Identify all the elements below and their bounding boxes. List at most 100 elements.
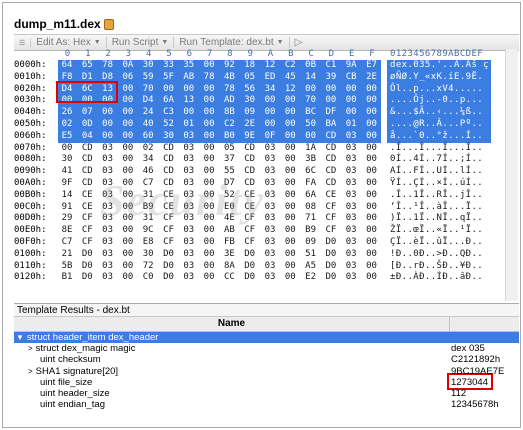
hex-byte[interactable]: 59 [139, 72, 157, 82]
hex-byte[interactable]: 00 [119, 107, 137, 117]
hex-byte[interactable]: 24 [139, 107, 157, 117]
hex-byte[interactable]: 6A [302, 190, 320, 200]
hex-byte[interactable]: CD [322, 178, 340, 188]
hex-byte[interactable]: 13 [180, 95, 198, 105]
run-script-dropdown[interactable]: Run Script ▼ [107, 37, 175, 48]
hex-byte[interactable]: 00 [342, 95, 360, 105]
ascii-text[interactable]: dex.035.'..Â.Áš ç [390, 60, 489, 70]
hex-byte[interactable]: D0 [78, 272, 96, 282]
hex-byte[interactable]: C7 [58, 237, 76, 247]
hex-byte[interactable]: CD [322, 166, 340, 176]
hex-byte[interactable]: C3 [160, 107, 178, 117]
hex-byte[interactable]: AB [180, 72, 198, 82]
file-tab[interactable]: dump_m11.dex [14, 16, 114, 32]
hex-byte[interactable]: 03 [261, 249, 279, 259]
hex-byte[interactable]: 00 [200, 60, 218, 70]
hex-byte[interactable]: 39 [322, 72, 340, 82]
hex-byte[interactable]: 5F [160, 72, 178, 82]
ascii-text[interactable]: ....Ôj..-0..p... [390, 95, 483, 105]
hex-byte[interactable]: 03 [261, 225, 279, 235]
hex-byte[interactable]: 03 [342, 272, 360, 282]
hex-byte[interactable]: 00 [363, 178, 381, 188]
ascii-text[interactable]: )Ï..1Ï..NÏ..qÏ.. [390, 213, 483, 223]
hex-byte[interactable]: 00 [200, 249, 218, 259]
hex-byte[interactable]: 12 [261, 60, 279, 70]
ascii-text[interactable]: AÍ..FÍ..UÍ..lÍ.. [390, 166, 483, 176]
hex-byte[interactable]: CF [322, 213, 340, 223]
hex-byte[interactable]: 52 [160, 119, 178, 129]
hex-byte[interactable]: 0D [78, 119, 96, 129]
hex-byte[interactable]: 0F [261, 131, 279, 141]
hex-byte[interactable]: CE [78, 202, 96, 212]
hex-byte[interactable]: 00 [261, 107, 279, 117]
hex-byte[interactable]: CD [160, 143, 178, 153]
hex-byte[interactable]: 0A [119, 60, 137, 70]
hex-byte[interactable]: 30 [58, 154, 76, 164]
hex-byte[interactable]: C0 [139, 272, 157, 282]
hex-byte[interactable]: 00 [200, 107, 218, 117]
hex-byte[interactable]: 6A [160, 95, 178, 105]
hex-byte[interactable]: 65 [78, 60, 96, 70]
hex-byte[interactable]: 00 [363, 84, 381, 94]
hex-byte[interactable]: 03 [180, 261, 198, 271]
hex-byte[interactable]: 03 [342, 143, 360, 153]
hex-byte[interactable]: 03 [342, 225, 360, 235]
hex-byte[interactable]: 00 [99, 119, 117, 129]
hex-byte[interactable]: D0 [160, 272, 178, 282]
hex-row[interactable]: 00C0h: 91 CE 03 00 B9 CE 03 00 E0 CE 03 00 08 CF 03 00 ‘Î… [14, 202, 517, 214]
hex-byte[interactable]: 01 [180, 119, 198, 129]
hex-byte[interactable]: CF [322, 225, 340, 235]
hex-byte[interactable]: D0 [160, 249, 178, 259]
ascii-text[interactable]: ÇÏ..èÏ..ûÏ...Ð.. [390, 237, 483, 247]
hex-byte[interactable]: 6C [302, 166, 320, 176]
hex-byte[interactable]: 00 [200, 95, 218, 105]
hex-byte[interactable]: 03 [180, 225, 198, 235]
ascii-text[interactable]: Ôl..p...xV4..... [390, 84, 483, 94]
hex-byte[interactable]: CB [342, 72, 360, 82]
hex-byte[interactable]: 14 [302, 72, 320, 82]
ascii-text[interactable]: .Î..1Î..RÎ..jÎ.. [390, 190, 483, 200]
hex-byte[interactable]: E2 [302, 272, 320, 282]
hex-byte[interactable]: 91 [58, 202, 76, 212]
hex-byte[interactable]: 00 [363, 261, 381, 271]
hex-byte[interactable]: 2E [241, 119, 259, 129]
hex-byte[interactable]: E8 [139, 237, 157, 247]
hex-byte[interactable]: 00 [363, 272, 381, 282]
hex-byte[interactable]: 03 [180, 272, 198, 282]
hex-byte[interactable]: 00 [363, 225, 381, 235]
hex-byte[interactable]: D0 [78, 249, 96, 259]
hex-byte[interactable]: 35 [180, 60, 198, 70]
hex-byte[interactable]: 00 [322, 84, 340, 94]
hex-byte[interactable]: 8E [58, 225, 76, 235]
hex-byte[interactable]: 78 [200, 72, 218, 82]
hex-byte[interactable]: B0 [220, 131, 238, 141]
ascii-text[interactable]: ±Ð..ÀÐ..ÌÐ..âÐ.. [390, 272, 483, 282]
ascii-text[interactable]: ŸÍ..ÇÍ..×Í..úÍ.. [390, 178, 483, 188]
hex-byte[interactable]: 8A [220, 261, 238, 271]
hex-byte[interactable]: C2 [220, 119, 238, 129]
hex-byte[interactable]: 37 [220, 154, 238, 164]
ascii-text[interactable]: [Ð..rÐ..ŠÐ..¥Ð.. [390, 261, 483, 271]
hex-byte[interactable]: 00 [200, 84, 218, 94]
hex-byte[interactable]: 03 [99, 261, 117, 271]
hex-byte[interactable]: CF [78, 237, 96, 247]
hex-row[interactable]: 0110h: 5B D0 03 00 72 D0 03 00 8A D0 03 00 A5 D0 03 00 [Ð… [14, 261, 517, 273]
hex-byte[interactable]: 72 [139, 261, 157, 271]
hex-row[interactable]: 0040h: 26 07 00 00 24 C3 00 00 8B 09 00 00 BC DF 00 00 &.… [14, 107, 517, 119]
hex-byte[interactable]: 00 [363, 95, 381, 105]
hex-byte[interactable]: CD [241, 154, 259, 164]
hex-byte[interactable]: CD [160, 154, 178, 164]
hex-byte[interactable]: 00 [281, 131, 299, 141]
hex-byte[interactable]: 09 [302, 237, 320, 247]
hex-byte[interactable]: D0 [160, 261, 178, 271]
hex-byte[interactable]: 00 [119, 131, 137, 141]
hex-byte[interactable]: 00 [160, 84, 178, 94]
hex-row[interactable]: 0070h: 00 CD 03 00 02 CD 03 00 05 CD 03 00 1A CD 03 00 .Í… [14, 143, 517, 155]
hex-byte[interactable]: 41 [58, 166, 76, 176]
hex-byte[interactable]: 0B [302, 60, 320, 70]
hex-byte[interactable]: 03 [342, 178, 360, 188]
hex-byte[interactable]: B1 [58, 272, 76, 282]
hex-byte[interactable]: 00 [180, 107, 198, 117]
hex-byte[interactable]: 00 [281, 237, 299, 247]
hex-byte[interactable]: 03 [342, 261, 360, 271]
